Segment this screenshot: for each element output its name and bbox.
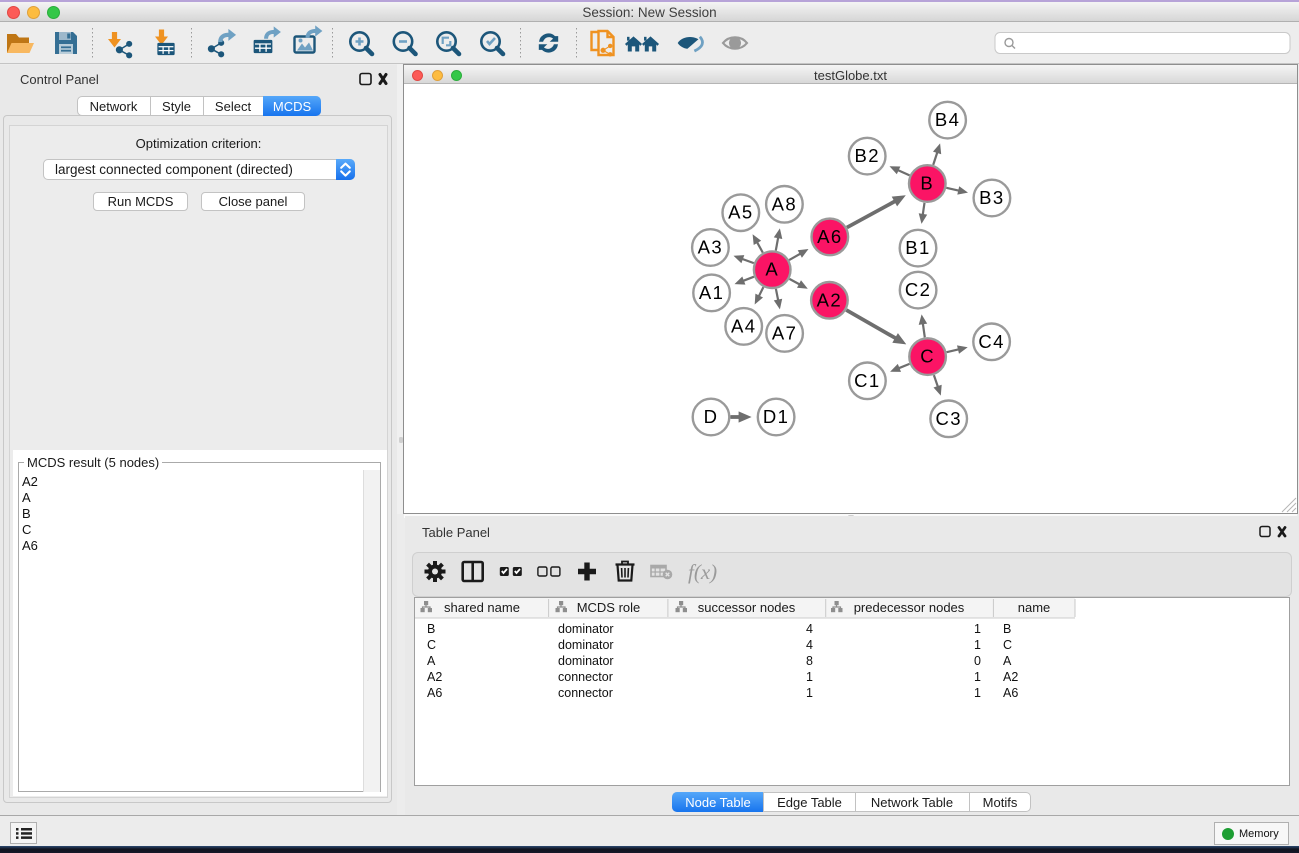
svg-text:1: 1: [806, 670, 813, 684]
svg-text:A2: A2: [427, 670, 442, 684]
svg-text:dominator: dominator: [558, 638, 614, 652]
svg-text:B3: B3: [979, 187, 1004, 208]
svg-text:A7: A7: [772, 322, 797, 343]
svg-text:B: B: [1003, 622, 1011, 636]
svg-text:A8: A8: [772, 193, 797, 214]
svg-text:connector: connector: [558, 670, 613, 684]
svg-text:A2: A2: [817, 289, 842, 310]
svg-text:dominator: dominator: [558, 654, 614, 668]
svg-text:1: 1: [974, 686, 981, 700]
svg-text:8: 8: [806, 654, 813, 668]
svg-text:C: C: [427, 638, 436, 652]
svg-text:A: A: [1003, 654, 1012, 668]
svg-text:A1: A1: [699, 282, 724, 303]
svg-text:A5: A5: [728, 202, 753, 223]
svg-text:A6: A6: [817, 226, 842, 247]
svg-text:A4: A4: [731, 315, 756, 336]
svg-text:1: 1: [974, 670, 981, 684]
svg-text:A6: A6: [1003, 686, 1018, 700]
svg-text:0: 0: [974, 654, 981, 668]
svg-text:A: A: [427, 654, 436, 668]
svg-text:D: D: [704, 406, 719, 427]
svg-text:4: 4: [806, 638, 813, 652]
svg-text:1: 1: [974, 622, 981, 636]
svg-text:D1: D1: [763, 406, 789, 427]
svg-text:C: C: [920, 346, 935, 367]
svg-text:C4: C4: [978, 331, 1004, 352]
svg-text:1: 1: [806, 686, 813, 700]
svg-text:A: A: [765, 259, 779, 280]
svg-text:1: 1: [974, 638, 981, 652]
svg-text:f(x): f(x): [688, 560, 717, 584]
svg-text:B: B: [920, 173, 934, 194]
svg-text:C: C: [1003, 638, 1012, 652]
svg-text:B: B: [427, 622, 435, 636]
svg-text:B1: B1: [905, 237, 930, 258]
svg-text:C2: C2: [905, 279, 931, 300]
svg-text:A6: A6: [427, 686, 442, 700]
svg-text:A3: A3: [698, 237, 723, 258]
svg-text:C1: C1: [854, 370, 880, 391]
svg-text:4: 4: [806, 622, 813, 636]
svg-text:dominator: dominator: [558, 622, 614, 636]
svg-text:A2: A2: [1003, 670, 1018, 684]
svg-text:connector: connector: [558, 686, 613, 700]
svg-text:C3: C3: [935, 408, 961, 429]
svg-text:B2: B2: [854, 145, 879, 166]
svg-text:B4: B4: [935, 109, 960, 130]
